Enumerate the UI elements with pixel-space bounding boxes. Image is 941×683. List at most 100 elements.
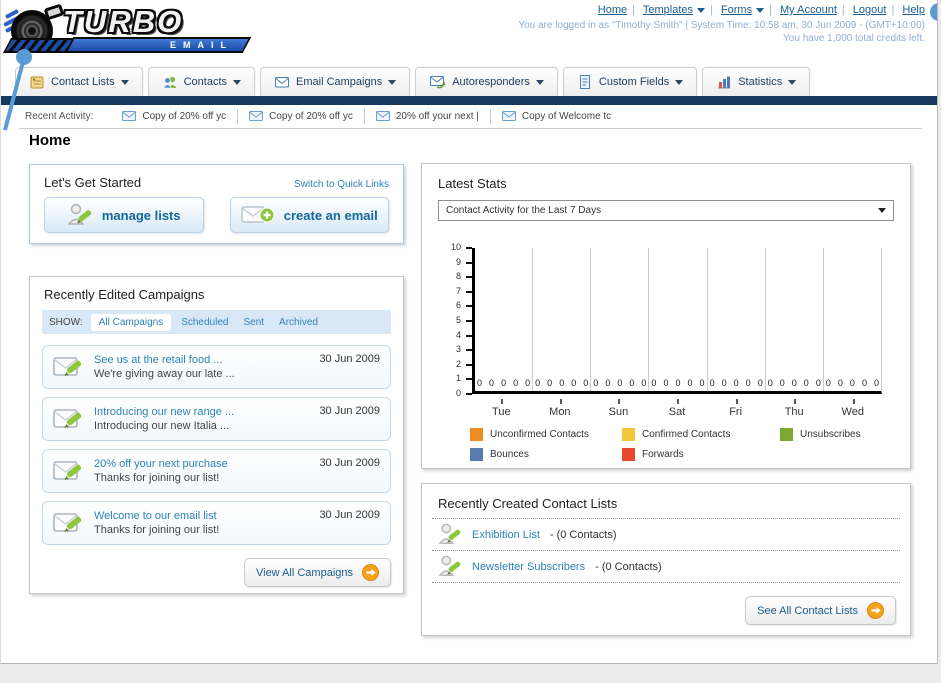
recent-activity-item[interactable]: Copy of 20% off yc (238, 108, 365, 124)
contact-list-link[interactable]: Newsletter Subscribers (472, 561, 585, 573)
contact-lists-title: Recently Created Contact Lists (438, 496, 618, 511)
campaign-row[interactable]: 20% off your next purchase Thanks for jo… (42, 449, 391, 493)
contact-list-count: - (0 Contacts) (595, 560, 662, 573)
campaign-row[interactable]: See us at the retail food ... We're givi… (42, 345, 391, 389)
data-value-label: 0 (791, 378, 797, 388)
nav-link-logout[interactable]: Logout (853, 4, 887, 16)
campaign-subtitle: Introducing our new Italia ... (94, 420, 230, 432)
legend-label: Unconfirmed Contacts (490, 429, 589, 440)
logo-text: TURBO (63, 4, 184, 39)
contact-list-row[interactable]: Newsletter Subscribers - (0 Contacts) (422, 551, 910, 582)
legend-item: Bounces (470, 448, 622, 461)
campaign-date: 30 Jun 2009 (319, 405, 380, 417)
campaign-list: See us at the retail food ... We're givi… (30, 334, 403, 545)
legend-swatch (622, 448, 635, 461)
chevron-down-icon (788, 79, 797, 85)
tab-email-campaigns[interactable]: Email Campaigns (260, 67, 411, 96)
data-value-label: 0 (825, 378, 831, 388)
create-email-label: create an email (283, 207, 378, 223)
chevron-down-icon (120, 79, 129, 85)
switch-quick-links[interactable]: Switch to Quick Links (294, 179, 389, 190)
y-tick-label: 0 (455, 388, 461, 398)
nav-link-forms[interactable]: Forms (721, 4, 752, 16)
contact-list-link[interactable]: Exhibition List (472, 529, 540, 541)
tab-contact-lists[interactable]: Contact Lists (15, 67, 143, 96)
data-value-label: 0 (861, 378, 867, 388)
data-value-label: 0 (815, 378, 821, 388)
latest-stats-panel: Latest Stats Contact Activity for the La… (421, 163, 911, 469)
nav-link-help[interactable]: Help (902, 4, 925, 16)
recent-activity-item[interactable]: 20% off your next | (365, 108, 491, 124)
legend-item: Forwards (622, 448, 780, 461)
y-tick-label: 7 (455, 285, 461, 296)
nav-link-templates[interactable]: Templates (643, 4, 693, 16)
envelope-edit-icon (53, 513, 82, 532)
x-tick-label: Sun (589, 399, 648, 418)
show-label: SHOW: (49, 316, 83, 328)
data-value-label: 0 (559, 378, 565, 388)
stats-period-dropdown[interactable]: Contact Activity for the Last 7 Days (438, 200, 894, 221)
tab-custom-fields[interactable]: Custom Fields (562, 67, 698, 96)
activity-item-label: Copy of 20% off yc (142, 110, 227, 122)
legend-item: Unsubscribes (780, 428, 861, 441)
top-nav: Home | Templates | Forms | My Account | Logo… (518, 4, 925, 44)
nav-link-my-account[interactable]: My Account (780, 4, 837, 16)
data-value-label: 0 (651, 378, 657, 388)
x-tick-label: Thu (765, 399, 824, 418)
nav-link-home[interactable]: Home (598, 4, 627, 16)
contact-list-row[interactable]: Exhibition List - (0 Contacts) (422, 519, 910, 550)
autoresponders-icon (430, 76, 446, 89)
legend-label: Forwards (642, 449, 684, 460)
see-all-contact-lists-button[interactable]: See All Contact Lists (745, 596, 896, 625)
envelope-icon (501, 111, 516, 121)
data-value-label: 0 (513, 378, 519, 388)
tab-label: Custom Fields (598, 76, 670, 88)
campaign-date: 30 Jun 2009 (319, 509, 380, 521)
envelope-edit-icon (53, 409, 82, 428)
filter-sent[interactable]: Sent (243, 317, 264, 328)
y-tick-label: 8 (455, 271, 461, 282)
campaign-row[interactable]: Introducing our new range ... Introducin… (42, 397, 391, 441)
tab-contacts[interactable]: Contacts (147, 67, 256, 96)
recent-activity-bar: Recent Activity: Copy of 20% off yc Copy… (1, 105, 937, 127)
chevron-down-icon (697, 7, 705, 13)
main-tabs: Contact Lists Contacts Email Campaigns A… (15, 67, 811, 96)
recent-activity-item[interactable]: Copy of 20% off yc (111, 108, 239, 124)
campaign-date: 30 Jun 2009 (319, 353, 380, 365)
filter-archived[interactable]: Archived (279, 317, 318, 328)
latest-stats-title: Latest Stats (438, 176, 507, 191)
filter-scheduled[interactable]: Scheduled (181, 317, 228, 328)
campaign-row[interactable]: Welcome to our email list Thanks for joi… (42, 501, 391, 545)
envelope-edit-icon (53, 357, 82, 376)
tab-statistics[interactable]: Statistics (702, 67, 811, 96)
envelope-icon (249, 111, 264, 121)
data-value-label: 0 (501, 378, 507, 388)
envelope-icon (375, 111, 390, 121)
y-tick-label: 6 (455, 300, 461, 311)
email-campaigns-icon (275, 77, 290, 88)
y-tick-label: 2 (455, 358, 461, 369)
tab-autoresponders[interactable]: Autoresponders (415, 67, 558, 96)
view-all-campaigns-button[interactable]: View All Campaigns (243, 558, 391, 587)
y-tick-label: 3 (455, 344, 461, 355)
divider (432, 582, 900, 583)
y-tick-label: 10 (450, 242, 461, 252)
recent-activity-item[interactable]: Copy of Welcome tc (491, 109, 622, 124)
manage-lists-button[interactable]: manage lists (44, 197, 204, 233)
campaign-subtitle: Thanks for joining our list! (94, 472, 220, 484)
chevron-down-icon (756, 7, 765, 13)
activity-item-label: Copy of Welcome tc (521, 110, 612, 122)
app-window: TURBO EMAIL Home | Templates | Forms | My A… (0, 0, 938, 664)
data-value-label: 0 (525, 378, 531, 388)
filter-all-campaigns[interactable]: All Campaigns (90, 313, 172, 331)
tab-label: Email Campaigns (296, 76, 383, 88)
navy-divider-bar (1, 96, 937, 105)
y-tick-label: 9 (455, 256, 461, 267)
plot-area: 00000000000000000000000000000000000 (472, 248, 882, 394)
y-tick-label: 5 (455, 315, 461, 325)
legend-swatch (622, 428, 635, 441)
create-email-button[interactable]: create an email (229, 197, 389, 233)
data-value-label: 0 (687, 378, 693, 388)
data-value-label: 0 (699, 378, 705, 388)
tab-label: Statistics (738, 76, 783, 88)
